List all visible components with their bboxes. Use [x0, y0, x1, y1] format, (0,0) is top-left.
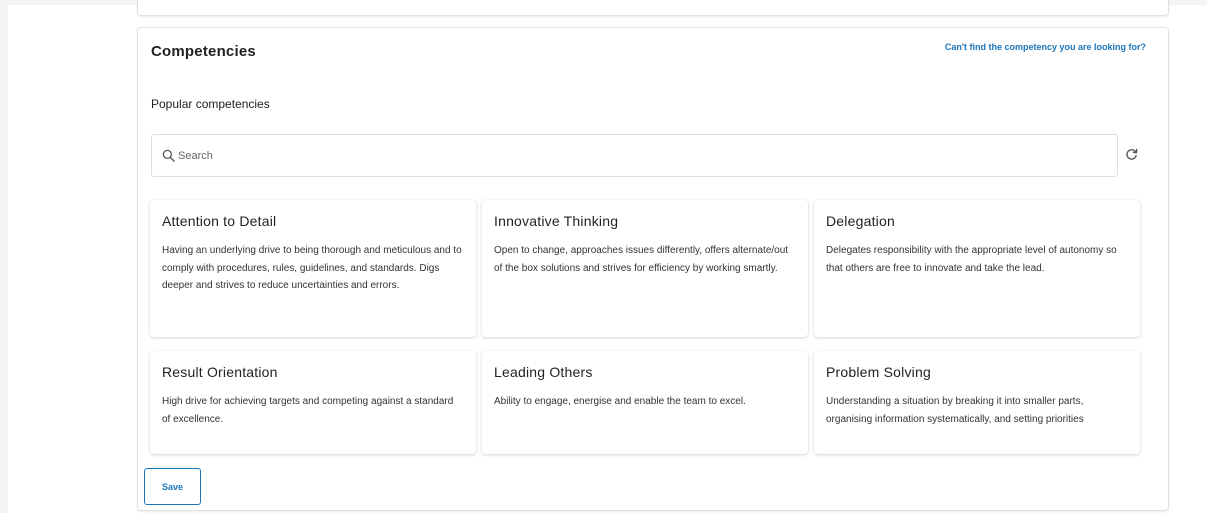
- search-icon: [162, 149, 175, 162]
- competency-title: Attention to Detail: [162, 213, 277, 229]
- left-gutter: [0, 0, 8, 513]
- competency-description: Understanding a situation by breaking it…: [826, 396, 1084, 425]
- competency-description: Delegates responsibility with the approp…: [826, 245, 1117, 274]
- competency-card-result-orientation[interactable]: Result Orientation High drive for achiev…: [150, 351, 476, 454]
- competency-description: Having an underlying drive to being thor…: [162, 245, 462, 291]
- section-title: Competencies: [151, 43, 256, 60]
- previous-section-card: [137, 0, 1169, 16]
- competency-title: Delegation: [826, 213, 895, 229]
- cant-find-competency-link[interactable]: Can't find the competency you are lookin…: [945, 42, 1146, 52]
- competency-title: Problem Solving: [826, 364, 931, 380]
- refresh-button[interactable]: [1123, 146, 1139, 162]
- competency-card-delegation[interactable]: Delegation Delegates responsibility with…: [814, 200, 1140, 337]
- refresh-icon: [1125, 148, 1137, 160]
- competencies-card: Competencies Can't find the competency y…: [137, 27, 1169, 511]
- competency-title: Innovative Thinking: [494, 213, 619, 229]
- competency-card-attention-to-detail[interactable]: Attention to Detail Having an underlying…: [150, 200, 476, 337]
- search-field[interactable]: [151, 134, 1118, 177]
- competency-title: Leading Others: [494, 364, 593, 380]
- search-input[interactable]: [178, 145, 1078, 166]
- competency-card-innovative-thinking[interactable]: Innovative Thinking Open to change, appr…: [482, 200, 808, 337]
- competency-description: High drive for achieving targets and com…: [162, 396, 454, 425]
- competency-card-problem-solving[interactable]: Problem Solving Understanding a situatio…: [814, 351, 1140, 454]
- popular-competencies-heading: Popular competencies: [151, 97, 270, 111]
- competency-description: Open to change, approaches issues differ…: [494, 245, 789, 274]
- competency-title: Result Orientation: [162, 364, 278, 380]
- competency-description: Ability to engage, energise and enable t…: [494, 396, 746, 407]
- competency-card-leading-others[interactable]: Leading Others Ability to engage, energi…: [482, 351, 808, 454]
- save-button[interactable]: Save: [144, 468, 201, 505]
